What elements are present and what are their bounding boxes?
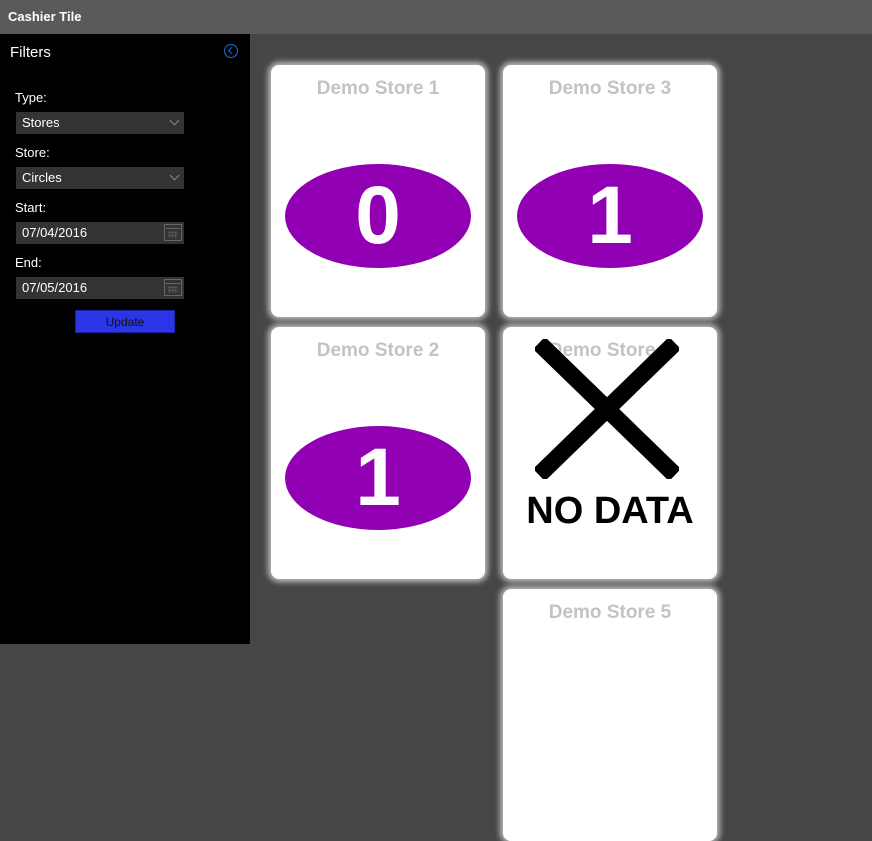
end-date-value: 07/05/2016 (22, 280, 88, 295)
store-value: Circles (22, 170, 62, 185)
calendar-icon[interactable] (164, 279, 182, 296)
end-date-input[interactable]: 07/05/2016 (16, 277, 184, 299)
store-label: Store: (15, 145, 50, 160)
store-name: Demo Store 2 (316, 340, 440, 361)
start-date-input[interactable]: 07/04/2016 (16, 222, 184, 244)
end-label: End: (15, 255, 42, 270)
title-bar: Cashier Tile (0, 0, 872, 34)
store-tile[interactable]: Demo Store 3 1 (503, 65, 717, 317)
update-button[interactable]: Update (75, 310, 175, 333)
store-tile[interactable]: Demo Store 5 (503, 589, 717, 841)
type-label: Type: (15, 90, 47, 105)
type-value: Stores (22, 115, 60, 130)
cashier-count-badge: 1 (517, 164, 703, 268)
store-name: Demo Store 3 (548, 78, 672, 99)
collapse-icon[interactable] (224, 44, 238, 58)
no-data-label: NO DATA (526, 490, 694, 532)
store-tile[interactable]: Demo Store 1 0 (271, 65, 485, 317)
chevron-down-icon (169, 115, 180, 126)
store-tile[interactable]: Demo Store 2 1 (271, 327, 485, 579)
cashier-count-badge: 0 (285, 164, 471, 268)
chevron-down-icon (169, 170, 180, 181)
no-data-x-icon (535, 339, 679, 479)
calendar-icon[interactable] (164, 224, 182, 241)
start-label: Start: (15, 200, 47, 215)
store-name: Demo Store 5 (548, 602, 672, 623)
store-select[interactable]: Circles (16, 167, 184, 189)
store-name: Demo Store 1 (316, 78, 440, 99)
app-title: Cashier Tile (8, 9, 82, 24)
store-tile[interactable]: Demo Store 4 NO DATA (503, 327, 717, 579)
filters-sidebar: Filters Type: Stores Store: Circles Star… (0, 34, 250, 644)
type-select[interactable]: Stores (16, 112, 184, 134)
filters-title: Filters (10, 44, 51, 61)
start-date-value: 07/04/2016 (22, 225, 88, 240)
cashier-count-badge: 1 (285, 426, 471, 530)
